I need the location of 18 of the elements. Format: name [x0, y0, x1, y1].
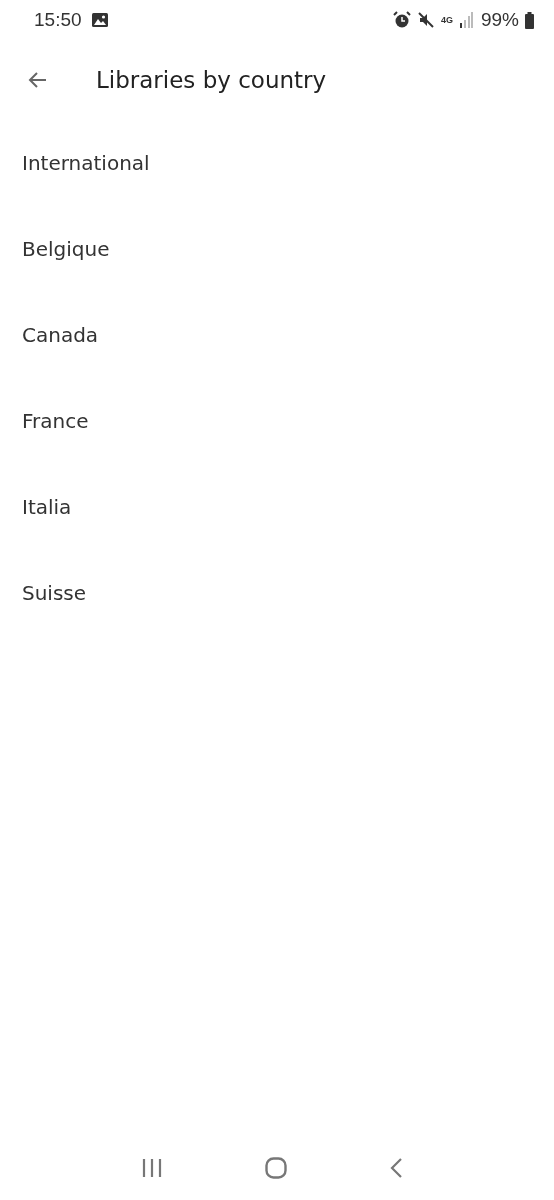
recent-apps-icon[interactable]	[141, 1158, 163, 1178]
country-item[interactable]: Suisse	[0, 550, 554, 636]
alarm-icon	[392, 11, 411, 29]
network-type: 4G	[440, 15, 453, 25]
image-icon	[91, 13, 108, 27]
country-item[interactable]: France	[0, 378, 554, 464]
country-item[interactable]: Canada	[0, 292, 554, 378]
country-item[interactable]: Belgique	[0, 206, 554, 292]
page-title: Libraries by country	[96, 67, 327, 93]
home-icon[interactable]	[265, 1157, 287, 1179]
battery-percent: 99%	[480, 9, 519, 31]
battery-icon	[525, 11, 534, 29]
back-icon[interactable]	[389, 1157, 403, 1179]
country-item[interactable]: Italia	[0, 464, 554, 550]
mute-icon	[416, 11, 435, 29]
status-time: 15:50	[34, 9, 82, 31]
signal-icon	[458, 12, 473, 28]
country-item[interactable]: International	[0, 120, 554, 206]
